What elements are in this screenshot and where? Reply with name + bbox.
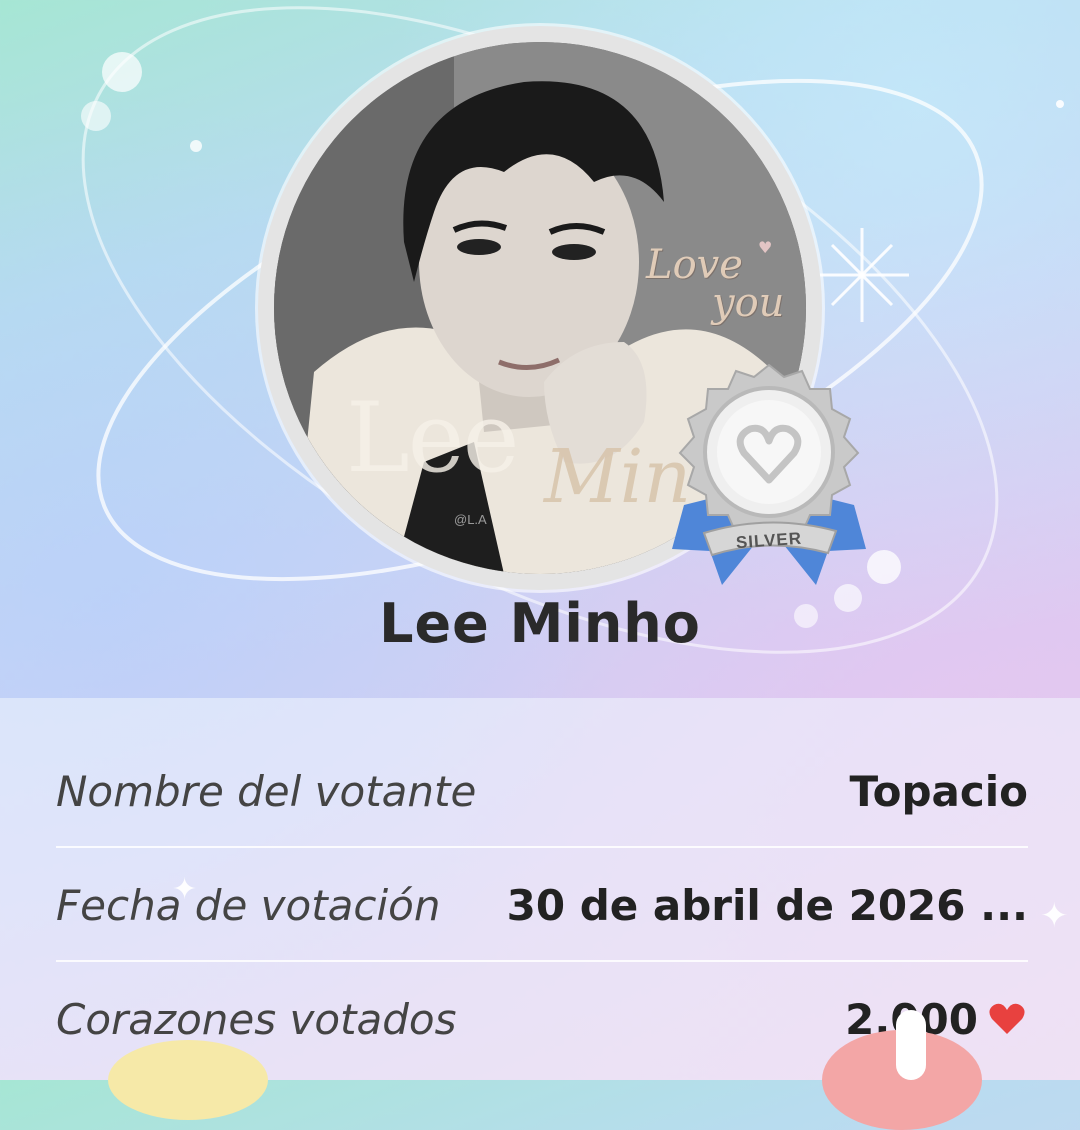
photo-overlay-lee: Lee xyxy=(346,382,519,494)
medal-icon xyxy=(672,363,866,585)
detail-value-voter: Topacio xyxy=(849,766,1028,816)
character-ear-decoration xyxy=(896,1010,926,1080)
detail-label-hearts: Corazones votados xyxy=(56,994,457,1044)
photo-you-text: you xyxy=(712,280,785,326)
detail-row-voter: Nombre del votante Topacio xyxy=(56,762,1028,820)
silver-badge: SILVER xyxy=(664,355,874,595)
sparkle-icon: ✦ xyxy=(1040,896,1069,936)
detail-row-date: Fecha de votación 30 de abril de 2026 ..… xyxy=(56,876,1028,934)
detail-label-date: Fecha de votación xyxy=(56,880,441,930)
detail-value-date: 30 de abril de 2026 ... xyxy=(506,880,1028,930)
artist-name: Lee Minho xyxy=(379,592,701,655)
divider xyxy=(56,960,1028,962)
divider xyxy=(56,846,1028,848)
moon-icon xyxy=(855,62,912,143)
detail-label-voter: Nombre del votante xyxy=(56,766,477,816)
star-icon xyxy=(815,228,909,322)
heart-icon xyxy=(989,1003,1025,1034)
photo-watermark: @L.A xyxy=(454,512,487,527)
small-heart-icon: ♥ xyxy=(758,238,773,257)
character-decoration-left xyxy=(108,1040,268,1120)
sparkle-icon: ✦ xyxy=(172,872,198,907)
